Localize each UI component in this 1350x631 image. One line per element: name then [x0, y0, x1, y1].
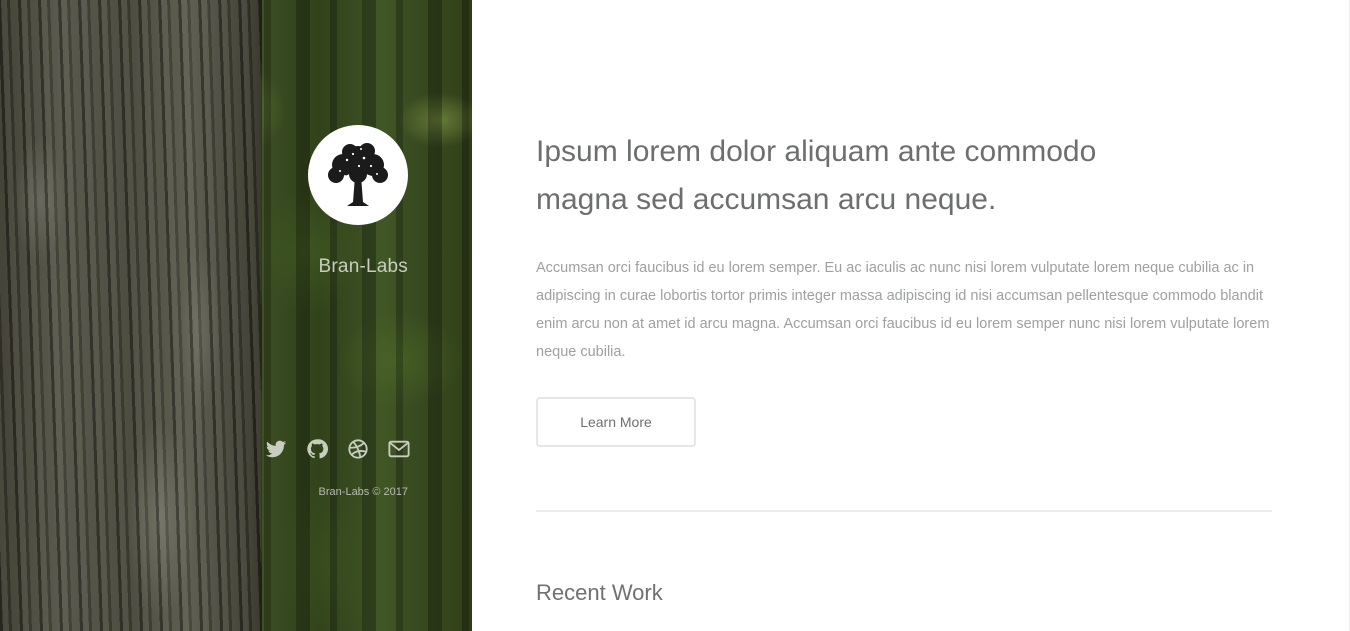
twitter-link[interactable]	[265, 438, 287, 460]
tree-trunk-background	[0, 0, 262, 631]
github-link[interactable]	[306, 438, 328, 460]
social-links	[262, 436, 410, 462]
github-icon	[307, 439, 328, 459]
page: Bran-Labs Bran-Labs © 2017 Ipsum lorem d…	[0, 0, 1350, 631]
headline-line-2: magna sed accumsan arcu neque.	[536, 183, 997, 216]
envelope-icon	[388, 440, 410, 458]
main-content: Ipsum lorem dolor aliquam ante commodo m…	[472, 0, 1350, 631]
learn-more-button[interactable]: Learn More	[536, 397, 696, 447]
twitter-icon	[265, 440, 287, 458]
email-link[interactable]	[388, 438, 410, 460]
dribbble-icon	[348, 439, 368, 459]
copyright: Bran-Labs © 2017	[318, 486, 408, 498]
avatar[interactable]	[308, 125, 408, 225]
dribbble-link[interactable]	[347, 438, 369, 460]
sidebar: Bran-Labs Bran-Labs © 2017	[0, 0, 472, 631]
forest-background	[230, 0, 472, 631]
tree-icon	[328, 143, 388, 206]
brand-name[interactable]: Bran-Labs	[262, 256, 408, 278]
divider	[536, 510, 1272, 512]
page-title: Ipsum lorem dolor aliquam ante commodo m…	[536, 128, 1156, 224]
recent-work-heading: Recent Work	[536, 580, 663, 605]
headline-line-1: Ipsum lorem dolor aliquam ante commodo	[536, 135, 1097, 168]
intro-paragraph: Accumsan orci faucibus id eu lorem sempe…	[536, 260, 1270, 360]
